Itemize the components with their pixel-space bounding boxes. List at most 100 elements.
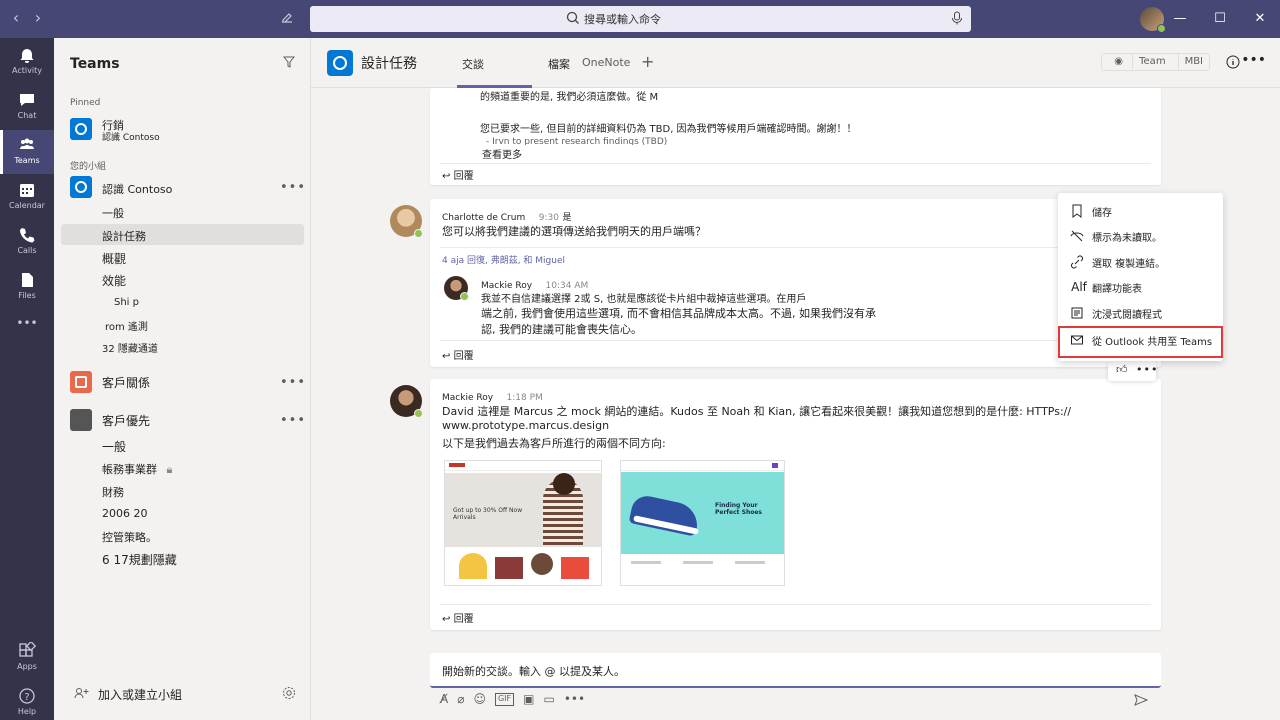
sticker-icon[interactable]: ▣ (523, 692, 534, 706)
menu-item-label: 標示為未讀取。 (1092, 233, 1162, 244)
info-icon[interactable] (1226, 55, 1240, 69)
thumbnail-nav (621, 461, 784, 471)
message-card: Mackie Roy 1:18 PM David 這裡是 Marcus 之 mo… (430, 379, 1161, 630)
menu-item-translate[interactable]: Alf 翻譯功能表 (1058, 275, 1223, 299)
emoji-icon[interactable]: ☺ (473, 692, 486, 706)
team-more-button[interactable]: ••• (280, 180, 306, 195)
timestamp-suffix: 是 (562, 213, 572, 223)
team-item[interactable]: 客戶優先 (70, 409, 310, 435)
message-text: 的頻道重要的是, 我們必須這麼做。從 M (480, 92, 659, 103)
forward-button[interactable]: › (30, 8, 46, 27)
file-icon (22, 273, 33, 287)
replies-summary[interactable]: 4 aja 回復, 弗朗茲, 和 Miguel (442, 253, 565, 266)
team-logo (70, 371, 92, 393)
team-more-button[interactable]: ••• (280, 413, 306, 428)
channel-item[interactable]: 一般 (102, 205, 124, 221)
search-icon (566, 11, 579, 24)
channel-item[interactable]: 帳務事業群 🔒︎ (102, 461, 172, 477)
back-button[interactable]: ‹ (8, 8, 24, 27)
pinned-team[interactable]: 行銷 認識 Contoso (70, 118, 310, 144)
channel-item[interactable]: 一般 (102, 438, 126, 455)
thumbnail-hero: Finding Your Perfect Shoes (621, 472, 784, 554)
phone-icon (20, 228, 35, 243)
prototype-link[interactable]: www.prototype.marcus.design (442, 419, 609, 432)
minimize-button[interactable]: — (1160, 0, 1200, 38)
format-icon[interactable]: A̸ (440, 692, 448, 706)
compose-box[interactable]: 開始新的交談。輸入 @ 以提及某人。 (430, 653, 1161, 688)
team-item[interactable]: 客戶關係 (70, 371, 310, 397)
rail-teams[interactable]: Teams (0, 130, 54, 174)
compose-toolbar: A̸ ⌀ ☺ GIF ▣ ▭ ••• (440, 692, 585, 706)
channel-item[interactable]: 財務 (102, 484, 124, 500)
message-header: Charlotte de Crum 9:30 是 (442, 210, 571, 223)
author-name[interactable]: Charlotte de Crum (442, 213, 525, 223)
channel-item[interactable]: 2006 20 (102, 507, 148, 520)
gear-icon[interactable] (282, 686, 296, 700)
add-team-icon[interactable] (74, 686, 90, 700)
menu-item-copy-link[interactable]: 選取 複製連結。 (1058, 250, 1223, 274)
attach-icon[interactable]: ⌀ (457, 692, 464, 706)
avatar[interactable] (390, 385, 423, 418)
rail-files[interactable]: Files (0, 265, 54, 309)
rail-calls-label: Calls (17, 246, 37, 255)
menu-item-save[interactable]: 儲存 (1058, 199, 1223, 223)
author-name[interactable]: Mackie Roy (442, 393, 493, 403)
rail-calls[interactable]: Calls (0, 220, 54, 264)
image-thumbnail[interactable]: Got up to 30% Off Now Arrivals (444, 460, 602, 586)
rail-calendar[interactable]: Calendar (0, 175, 54, 219)
tab-files[interactable]: 檔案 (548, 56, 570, 72)
tab-conversations[interactable]: 交談 (462, 56, 484, 72)
like-icon[interactable]: 👍︎ (1116, 363, 1128, 376)
team-more-button[interactable]: ••• (280, 375, 306, 390)
rail-help[interactable]: ? Help (0, 681, 54, 720)
menu-item-label: 翻譯功能表 (1092, 284, 1142, 295)
reply-button[interactable]: ↩ 回覆 (442, 610, 474, 625)
image-thumbnail[interactable]: Finding Your Perfect Shoes (620, 460, 785, 586)
message-text: 認, 我們的建議可能會喪失信心。 (481, 323, 642, 336)
menu-item-immersive-reader[interactable]: 沈浸式閱讀程式 (1058, 301, 1223, 325)
see-more-link[interactable]: 查看更多 (482, 146, 522, 161)
new-chat-button[interactable] (280, 10, 294, 28)
hidden-channels-link[interactable]: 6 17規劃隱藏 (102, 551, 177, 568)
window-controls: — ☐ ✕ (1160, 0, 1280, 38)
channel-item[interactable]: rom 遙測 (105, 318, 148, 333)
more-options-button[interactable]: ••• (1136, 363, 1158, 376)
channel-item[interactable]: 控管策略。 (102, 529, 157, 545)
reader-icon (1071, 307, 1083, 319)
rail-chat[interactable]: Chat (0, 85, 54, 129)
rail-apps[interactable]: Apps (0, 636, 54, 680)
maximize-button[interactable]: ☐ (1200, 0, 1240, 38)
reply-button[interactable]: ↩ 回覆 (442, 347, 474, 362)
channel-item-selected[interactable]: 設計任務 (102, 228, 146, 244)
filter-icon[interactable] (283, 56, 295, 68)
gif-icon[interactable]: GIF (494, 693, 515, 706)
meet-now-icon[interactable]: ▭ (543, 692, 554, 706)
microphone-icon[interactable] (951, 11, 963, 25)
channel-item[interactable]: 概觀 (102, 250, 126, 267)
channel-item[interactable]: 效能 (102, 272, 126, 289)
menu-item-mark-unread[interactable]: 標示為未讀取。 (1058, 224, 1223, 248)
rail-activity[interactable]: Activity (0, 40, 54, 84)
channel-item[interactable]: Shi p (114, 297, 139, 308)
send-icon[interactable] (1134, 693, 1148, 707)
add-tab-button[interactable]: + (641, 52, 654, 71)
reply-label: 回覆 (453, 614, 474, 625)
hidden-channels-label: 32 隱藏通道 (102, 344, 158, 355)
close-button[interactable]: ✕ (1240, 0, 1280, 38)
reply-button[interactable]: ↩ 回覆 (442, 167, 474, 182)
your-teams-label: 您的小組 (70, 162, 107, 172)
team-badge[interactable]: ◉ Team MBI (1101, 53, 1210, 71)
link-icon (1071, 255, 1083, 269)
join-create-team-button[interactable]: 加入或建立小組 (98, 686, 182, 703)
search-box[interactable]: 搜尋或輸入命令 (310, 6, 971, 32)
tab-onenote[interactable]: OneNote (582, 56, 630, 69)
chat-icon (20, 94, 34, 106)
avatar[interactable] (390, 205, 423, 238)
channel-more-button[interactable]: ••• (1241, 52, 1266, 68)
more-options-icon[interactable]: ••• (564, 692, 585, 706)
rail-more[interactable]: ••• (0, 316, 54, 360)
avatar[interactable] (444, 276, 469, 301)
hidden-channels-link[interactable]: 32 隱藏通道 (102, 340, 158, 355)
rail-apps-label: Apps (17, 662, 37, 671)
team-item[interactable]: 認識 Contoso (70, 176, 310, 202)
